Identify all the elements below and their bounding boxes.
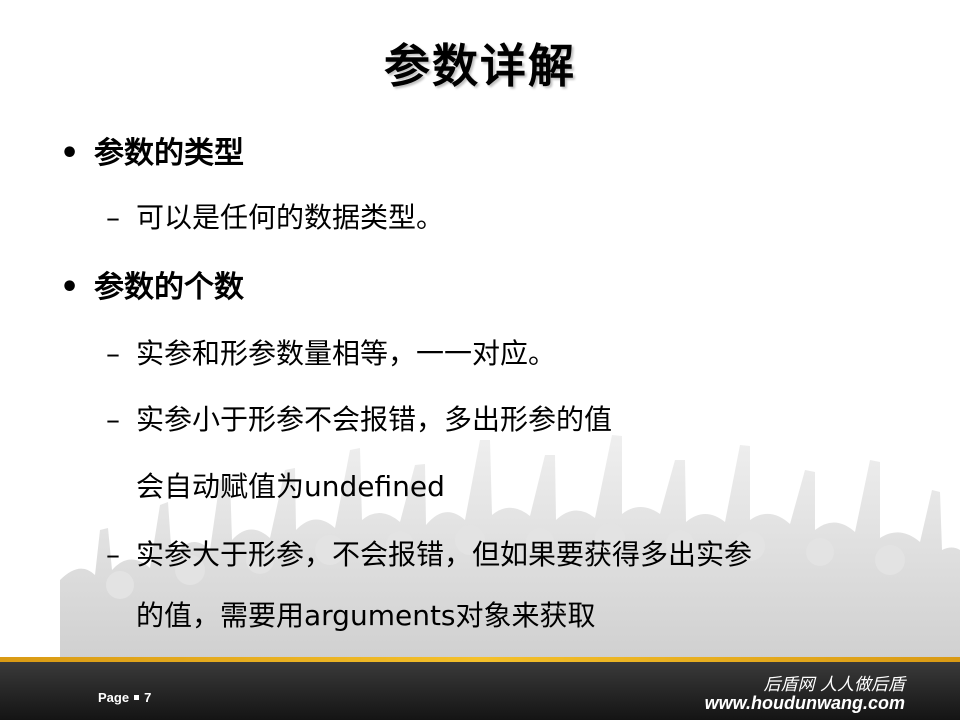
footer-website: www.houdunwang.com (704, 693, 905, 713)
square-separator-icon (134, 695, 140, 701)
footer-bar: Page 7 后盾网 人人做后盾 www.houdunwang.com (0, 662, 960, 720)
sub-item-continuation: 会自动赋值为undefined (136, 470, 445, 503)
sub-item-text: 实参小于形参不会报错，多出形参的值 (136, 403, 613, 436)
bullet-text: 参数的类型 (94, 136, 244, 171)
slide: 参数详解 • 参数的类型 – 可以是任何的数据类型。 • 参数的个数 – 实参和形参数量… (0, 0, 960, 720)
bullet-marker: • (60, 270, 80, 305)
page-number: 7 (144, 690, 152, 705)
page-label: Page (98, 690, 130, 705)
sub-item: – 实参和形参数量相等，一一对应。 (106, 332, 556, 372)
sub-item-text: 实参和形参数量相等，一一对应。 (136, 337, 557, 370)
sub-item-continuation: 的值，需要用arguments对象来获取 (136, 599, 596, 632)
sub-item: – 实参大于形参，不会报错，但如果要获得多出实参 (106, 533, 752, 573)
slide-title: 参数详解 (384, 39, 576, 93)
sub-item: – 实参小于形参不会报错，多出形参的值 (106, 398, 612, 438)
sub-item-text: 实参大于形参，不会报错，但如果要获得多出实参 (136, 538, 753, 571)
dash-marker: – (106, 337, 120, 370)
bullet-item: • 参数的个数 (60, 262, 244, 306)
bullet-text: 参数的个数 (94, 270, 244, 305)
sub-item: – 可以是任何的数据类型。 (106, 196, 444, 236)
dash-marker: – (106, 403, 120, 436)
footer-slogan: 后盾网 人人做后盾 (763, 675, 905, 695)
bullet-marker: • (60, 136, 80, 171)
bullet-item: • 参数的类型 (60, 128, 244, 172)
page-indicator: Page 7 (98, 690, 151, 705)
sub-item-text: 可以是任何的数据类型。 (136, 201, 445, 234)
dash-marker: – (106, 538, 120, 571)
dash-marker: – (106, 201, 120, 234)
